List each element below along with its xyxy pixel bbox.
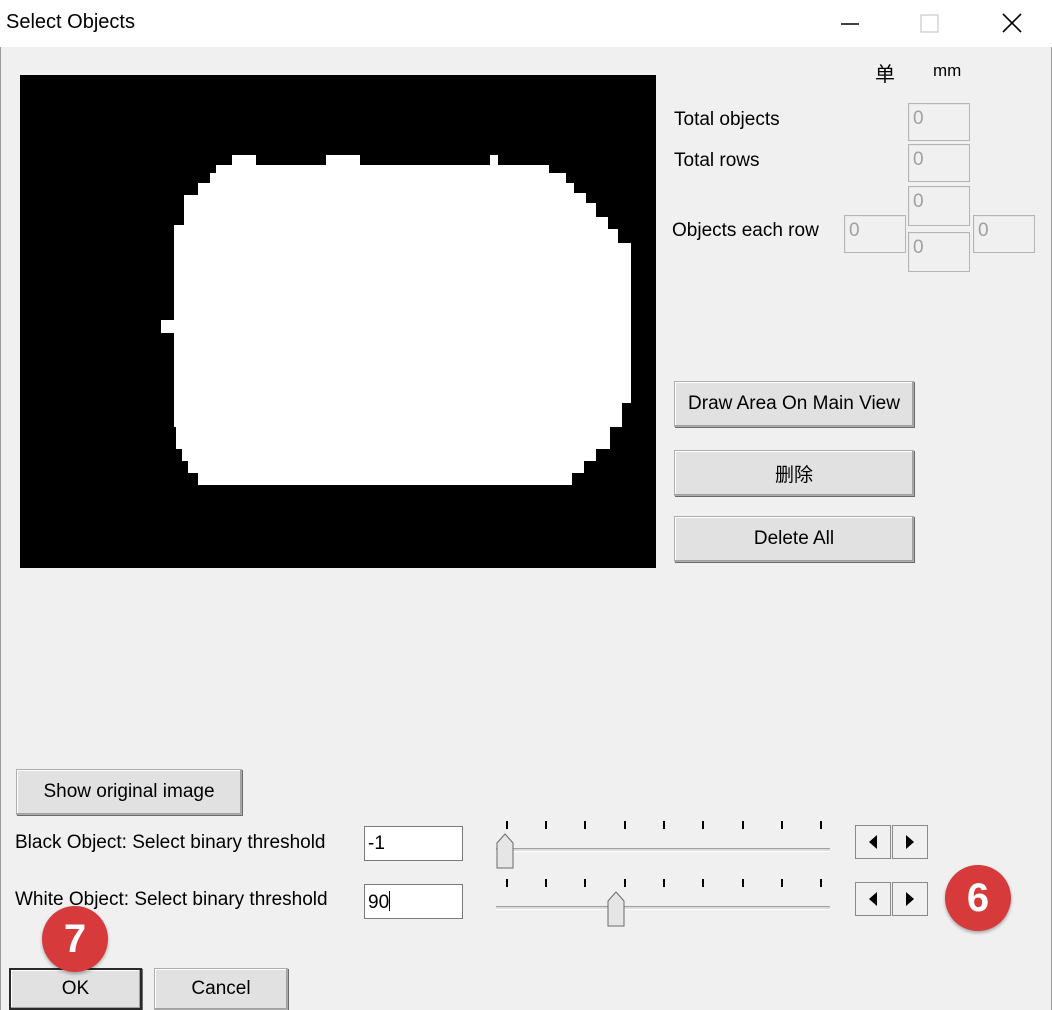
slider-tick bbox=[663, 821, 665, 829]
unit-mm: mm bbox=[933, 61, 962, 80]
objects-each-row-label: Objects each row bbox=[672, 220, 819, 241]
delete-button[interactable]: 删除 bbox=[674, 450, 914, 496]
white-threshold-slider[interactable] bbox=[496, 876, 832, 928]
ok-button[interactable]: OK bbox=[9, 968, 142, 1010]
slider-tick bbox=[545, 821, 547, 829]
minimize-icon bbox=[841, 23, 859, 25]
minimize-button[interactable] bbox=[820, 0, 880, 47]
slider-tick bbox=[742, 821, 744, 829]
black-threshold-input[interactable]: -1 bbox=[364, 826, 463, 861]
slider-tick bbox=[506, 821, 508, 829]
slider-tick bbox=[624, 879, 626, 887]
black-decrease-button[interactable] bbox=[855, 825, 891, 859]
total-objects-label: Total objects bbox=[674, 109, 780, 130]
black-threshold-label: Black Object: Select binary threshold bbox=[15, 832, 326, 853]
total-rows-field: 0 bbox=[908, 144, 970, 182]
total-rows-label: Total rows bbox=[674, 150, 760, 171]
show-original-image-button[interactable]: Show original image bbox=[16, 769, 242, 815]
slider-tick bbox=[781, 879, 783, 887]
slider-tick bbox=[545, 879, 547, 887]
left-arrow-icon bbox=[869, 892, 877, 906]
slider-tick bbox=[820, 879, 822, 887]
slider-tick bbox=[702, 821, 704, 829]
objects-each-row-left-field: 0 bbox=[844, 215, 906, 253]
slider-tick bbox=[584, 879, 586, 887]
window-title: Select Objects bbox=[6, 11, 135, 33]
black-increase-button[interactable] bbox=[892, 825, 928, 859]
white-decrease-button[interactable] bbox=[855, 882, 891, 916]
slider-tick bbox=[820, 821, 822, 829]
objects-each-row-top-field: 0 bbox=[908, 186, 970, 226]
maximize-button bbox=[900, 0, 960, 47]
step-badge-6: 6 bbox=[945, 865, 1011, 931]
slider-tick bbox=[663, 879, 665, 887]
binary-preview-image bbox=[20, 75, 656, 568]
draw-area-button[interactable]: Draw Area On Main View bbox=[674, 381, 914, 427]
slider-track bbox=[496, 848, 830, 852]
slider-tick bbox=[584, 821, 586, 829]
objects-each-row-bottom-field: 0 bbox=[908, 232, 970, 272]
text-caret bbox=[389, 891, 391, 911]
slider-tick bbox=[781, 821, 783, 829]
left-arrow-icon bbox=[869, 835, 877, 849]
close-icon bbox=[1002, 13, 1022, 33]
white-threshold-input[interactable]: 90 bbox=[364, 884, 463, 919]
right-arrow-icon bbox=[906, 892, 914, 906]
right-arrow-icon bbox=[906, 835, 914, 849]
title-bar: Select Objects bbox=[0, 0, 1052, 47]
white-slider-thumb[interactable] bbox=[607, 891, 625, 927]
window-border-left bbox=[0, 47, 1, 1010]
white-increase-button[interactable] bbox=[892, 882, 928, 916]
slider-tick bbox=[742, 879, 744, 887]
slider-track bbox=[496, 906, 830, 910]
slider-tick bbox=[506, 879, 508, 887]
black-threshold-slider[interactable] bbox=[496, 818, 832, 870]
total-objects-field: 0 bbox=[908, 103, 970, 141]
black-slider-thumb[interactable] bbox=[496, 833, 514, 869]
slider-tick bbox=[702, 879, 704, 887]
slider-tick bbox=[624, 821, 626, 829]
cancel-button[interactable]: Cancel bbox=[154, 968, 288, 1010]
delete-all-button[interactable]: Delete All bbox=[674, 516, 914, 562]
objects-each-row-right-field: 0 bbox=[973, 215, 1035, 253]
maximize-icon bbox=[920, 14, 939, 33]
close-button[interactable] bbox=[982, 0, 1042, 47]
step-badge-7: 7 bbox=[42, 906, 108, 972]
binary-object-shape bbox=[161, 155, 631, 485]
unit-symbol: 单 bbox=[875, 64, 895, 86]
